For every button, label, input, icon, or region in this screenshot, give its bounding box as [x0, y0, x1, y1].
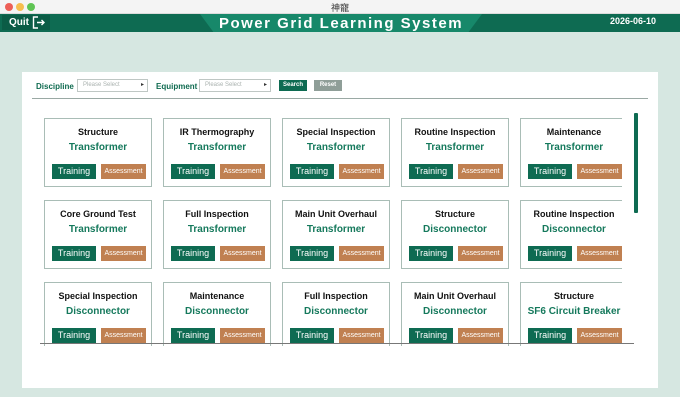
card-equipment: Transformer	[68, 224, 128, 235]
equipment-label: Equipment	[156, 82, 198, 91]
filter-divider	[32, 98, 648, 99]
assessment-button[interactable]: Assessment	[577, 246, 622, 261]
search-button[interactable]: Search	[279, 80, 307, 91]
card-equipment: Disconnector	[66, 306, 130, 317]
assessment-button[interactable]: Assessment	[220, 246, 265, 261]
assessment-button[interactable]: Assessment	[339, 328, 384, 343]
quit-label: Quit	[9, 17, 29, 28]
card-equipment: Transformer	[544, 142, 604, 153]
current-date: 2026-06-10	[609, 16, 656, 26]
card-title: Special Inspection	[58, 291, 138, 301]
caret-right-icon: ▸	[140, 82, 144, 88]
card-equipment: Transformer	[187, 224, 247, 235]
training-button[interactable]: Training	[409, 164, 453, 179]
card-equipment: Disconnector	[185, 306, 249, 317]
discipline-placeholder: Please Select	[83, 82, 120, 88]
exit-icon	[32, 16, 45, 29]
assessment-button[interactable]: Assessment	[101, 246, 146, 261]
training-button[interactable]: Training	[171, 246, 215, 261]
training-button[interactable]: Training	[290, 164, 334, 179]
card-equipment: Disconnector	[423, 306, 487, 317]
assessment-button[interactable]: Assessment	[458, 328, 503, 343]
window-title: 神寵	[330, 4, 349, 14]
card-equipment: Disconnector	[304, 306, 368, 317]
equipment-select[interactable]: Please Select ▸	[199, 79, 271, 92]
assessment-button[interactable]: Assessment	[339, 246, 384, 261]
app-title: Power Grid Learning System	[218, 15, 464, 32]
card-title: Structure	[434, 209, 475, 219]
quit-button[interactable]: Quit	[2, 15, 50, 30]
card-equipment: Disconnector	[542, 224, 606, 235]
grid-bottom-divider	[40, 343, 634, 344]
card-equipment: Transformer	[306, 142, 366, 153]
card-title: Main Unit Overhaul	[413, 291, 496, 301]
card-equipment: SF6 Circuit Breaker	[527, 306, 621, 317]
card-equipment: Transformer	[68, 142, 128, 153]
card-title: Main Unit Overhaul	[294, 209, 377, 219]
training-button[interactable]: Training	[52, 246, 96, 261]
training-button[interactable]: Training	[528, 246, 572, 261]
training-button[interactable]: Training	[52, 328, 96, 343]
assessment-button[interactable]: Assessment	[577, 328, 622, 343]
course-card: Structure SF6 Circuit Breaker Training A…	[520, 282, 622, 346]
window-titlebar: 神寵	[0, 0, 680, 14]
assessment-button[interactable]: Assessment	[458, 246, 503, 261]
card-title: Core Ground Test	[60, 209, 136, 219]
course-card: Special Inspection Transformer Training …	[282, 118, 390, 187]
assessment-button[interactable]: Assessment	[458, 164, 503, 179]
card-title: Maintenance	[546, 127, 602, 137]
course-card: IR Thermography Transformer Training Ass…	[163, 118, 271, 187]
card-title: Structure	[77, 127, 118, 137]
card-equipment: Transformer	[306, 224, 366, 235]
training-button[interactable]: Training	[409, 328, 453, 343]
reset-button[interactable]: Reset	[314, 80, 342, 91]
training-button[interactable]: Training	[528, 164, 572, 179]
course-card: Full Inspection Transformer Training Ass…	[163, 200, 271, 269]
card-equipment: Transformer	[425, 142, 485, 153]
course-card: Maintenance Disconnector Training Assess…	[163, 282, 271, 346]
card-title: IR Thermography	[179, 127, 255, 137]
card-title: Routine Inspection	[414, 127, 496, 137]
course-card: Full Inspection Disconnector Training As…	[282, 282, 390, 346]
assessment-button[interactable]: Assessment	[220, 328, 265, 343]
assessment-button[interactable]: Assessment	[101, 164, 146, 179]
course-card: Routine Inspection Transformer Training …	[401, 118, 509, 187]
caret-right-icon: ▸	[263, 82, 267, 88]
card-title: Maintenance	[189, 291, 245, 301]
card-title: Special Inspection	[296, 127, 376, 137]
training-button[interactable]: Training	[290, 328, 334, 343]
assessment-button[interactable]: Assessment	[339, 164, 384, 179]
course-grid: Structure Transformer Training Assessmen…	[42, 118, 622, 346]
discipline-label: Discipline	[36, 82, 74, 91]
card-title: Structure	[553, 291, 594, 301]
course-card: Special Inspection Disconnector Training…	[44, 282, 152, 346]
card-title: Full Inspection	[304, 291, 368, 301]
card-equipment: Transformer	[187, 142, 247, 153]
course-card: Main Unit Overhaul Disconnector Training…	[401, 282, 509, 346]
assessment-button[interactable]: Assessment	[220, 164, 265, 179]
course-card: Structure Transformer Training Assessmen…	[44, 118, 152, 187]
course-card: Core Ground Test Transformer Training As…	[44, 200, 152, 269]
card-title: Full Inspection	[185, 209, 249, 219]
training-button[interactable]: Training	[409, 246, 453, 261]
training-button[interactable]: Training	[171, 328, 215, 343]
training-button[interactable]: Training	[52, 164, 96, 179]
discipline-select[interactable]: Please Select ▸	[77, 79, 148, 92]
assessment-button[interactable]: Assessment	[577, 164, 622, 179]
course-card: Maintenance Transformer Training Assessm…	[520, 118, 622, 187]
course-card: Routine Inspection Disconnector Training…	[520, 200, 622, 269]
course-card: Main Unit Overhaul Transformer Training …	[282, 200, 390, 269]
scrollbar-thumb[interactable]	[634, 113, 638, 213]
course-card: Structure Disconnector Training Assessme…	[401, 200, 509, 269]
training-button[interactable]: Training	[290, 246, 334, 261]
training-button[interactable]: Training	[171, 164, 215, 179]
card-title: Routine Inspection	[533, 209, 615, 219]
assessment-button[interactable]: Assessment	[101, 328, 146, 343]
equipment-placeholder: Please Select	[205, 82, 242, 88]
training-button[interactable]: Training	[528, 328, 572, 343]
card-equipment: Disconnector	[423, 224, 487, 235]
